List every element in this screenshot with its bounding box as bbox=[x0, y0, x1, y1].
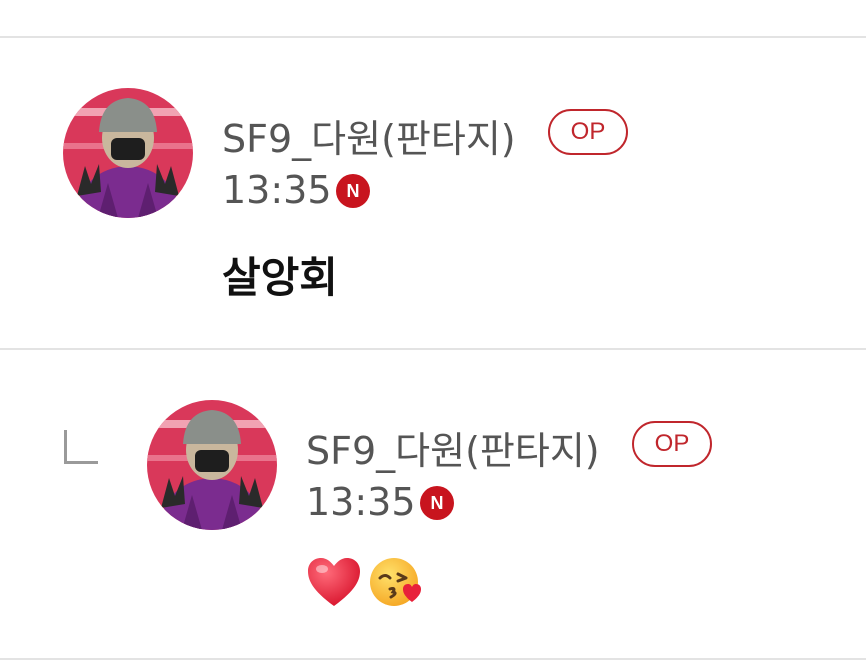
new-badge-icon: N bbox=[336, 174, 370, 208]
kissing-face-emoji-icon bbox=[370, 558, 421, 606]
comment-time: 13:35 bbox=[306, 480, 416, 524]
bottom-divider bbox=[0, 658, 866, 660]
author-name[interactable]: SF9_다원(판타지) bbox=[222, 108, 516, 163]
comment-divider bbox=[0, 348, 866, 350]
op-badge: OP bbox=[632, 421, 712, 467]
avatar[interactable] bbox=[63, 88, 193, 218]
comment-emojis bbox=[306, 556, 424, 608]
comment-text: 살앙회 bbox=[222, 253, 338, 302]
op-badge: OP bbox=[548, 109, 628, 155]
new-badge-icon: N bbox=[420, 486, 454, 520]
avatar-image bbox=[147, 400, 277, 530]
comment-time: 13:35 bbox=[222, 168, 332, 212]
avatar-image bbox=[63, 88, 193, 218]
top-divider bbox=[0, 36, 866, 38]
author-name[interactable]: SF9_다원(판타지) bbox=[306, 420, 600, 475]
reply-indicator-icon bbox=[64, 430, 98, 464]
comment-thread: SF9_다원(판타지) OP 13:35 N 살앙회 SF9_다원(판타지) O… bbox=[0, 0, 866, 665]
avatar[interactable] bbox=[147, 400, 277, 530]
heart-emoji-icon bbox=[308, 558, 360, 606]
